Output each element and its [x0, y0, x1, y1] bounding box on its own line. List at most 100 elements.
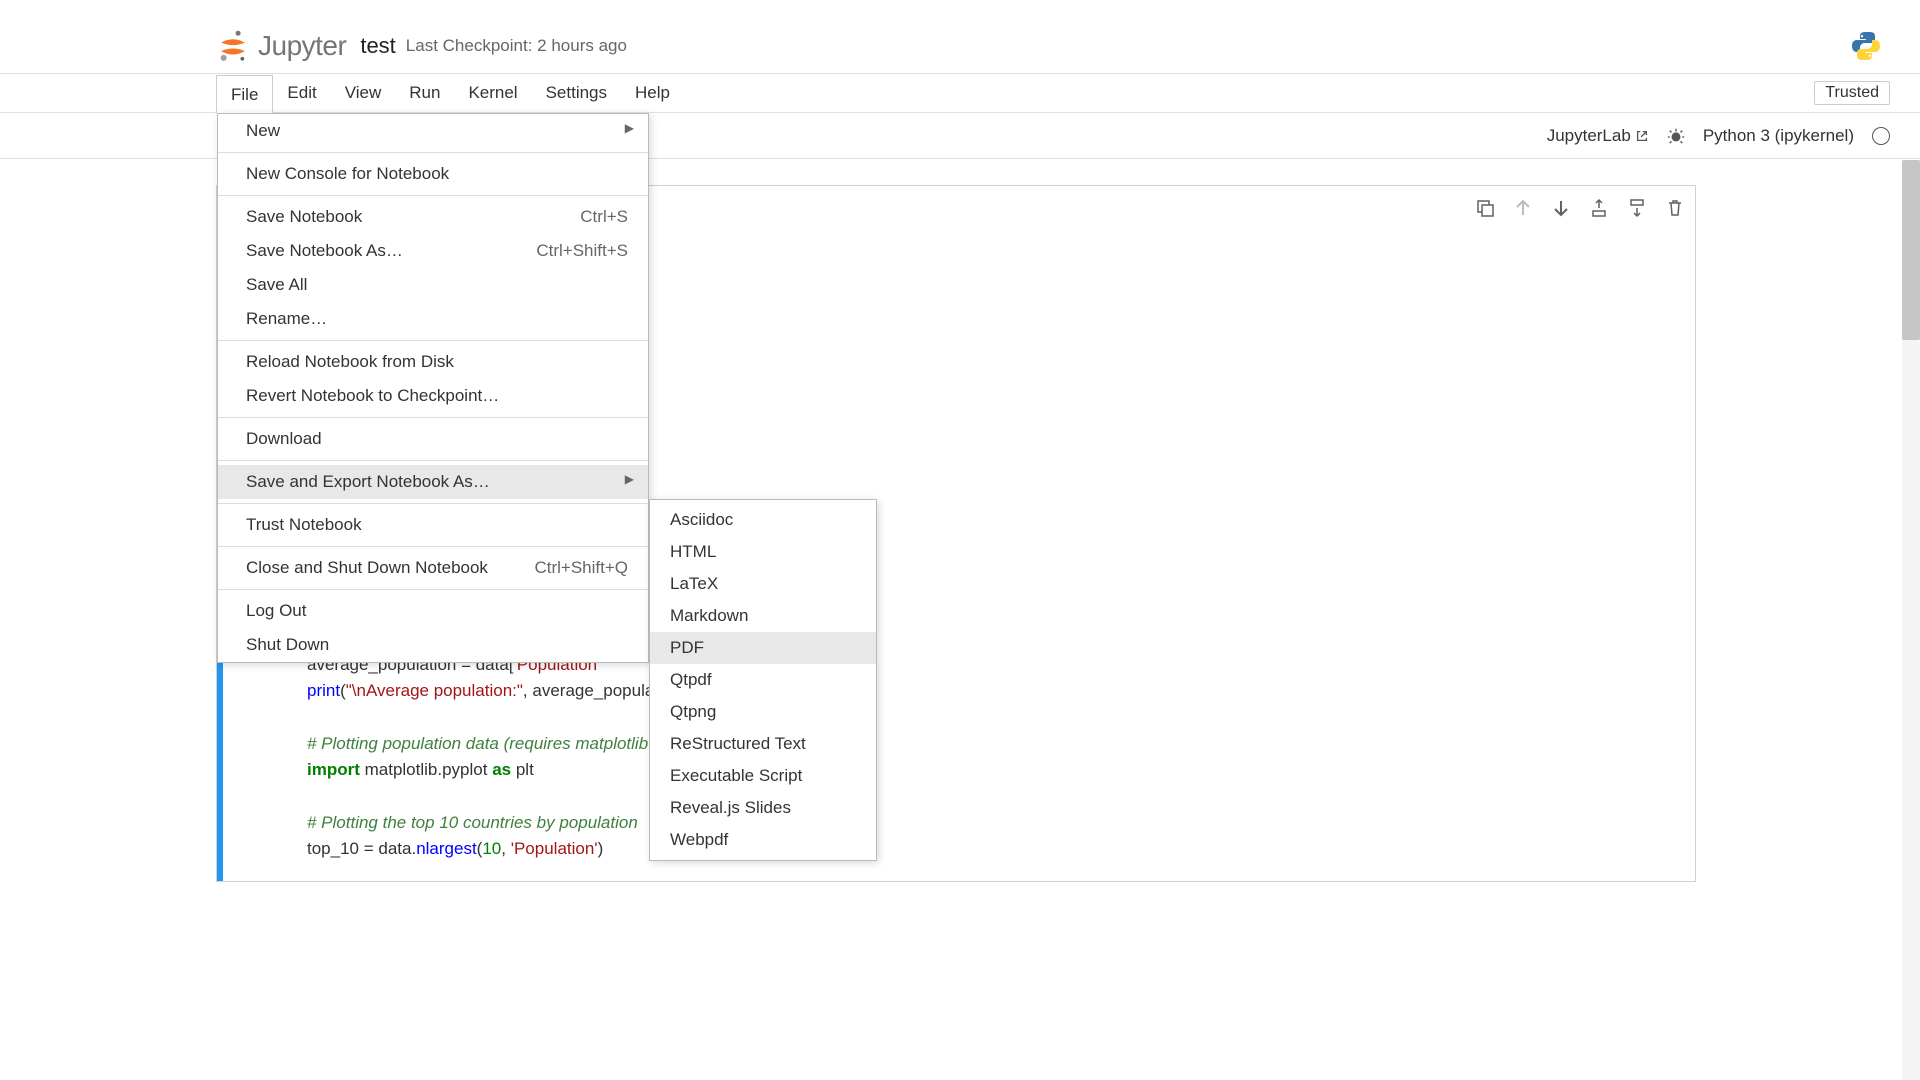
menu-shortcut: Ctrl+S [580, 207, 628, 227]
menu-label: Shut Down [246, 635, 329, 655]
menu-separator [218, 503, 648, 504]
export-restructured-text[interactable]: ReStructured Text [650, 728, 876, 760]
code-text: , [501, 839, 510, 858]
menu-label: New Console for Notebook [246, 164, 449, 184]
menu-label: New [246, 121, 280, 141]
insert-above-icon[interactable] [1589, 198, 1609, 218]
kernel-status-icon[interactable] [1872, 127, 1890, 145]
chevron-right-icon: ▶ [625, 121, 634, 135]
menu-reload[interactable]: Reload Notebook from Disk [218, 345, 648, 379]
header: Jupyter test Last Checkpoint: 2 hours ag… [0, 19, 1920, 73]
browser-chrome-spacer [0, 0, 1920, 19]
export-qtpng[interactable]: Qtpng [650, 696, 876, 728]
menu-help[interactable]: Help [621, 74, 684, 112]
jupyterlab-label: JupyterLab [1547, 126, 1631, 146]
menu-save[interactable]: Save Notebook Ctrl+S [218, 200, 648, 234]
menu-separator [218, 546, 648, 547]
code-text: nlargest [416, 839, 476, 858]
menu-label: Reload Notebook from Disk [246, 352, 454, 372]
export-latex[interactable]: LaTeX [650, 568, 876, 600]
code-text: as [492, 760, 511, 779]
code-text: "\nAverage population:" [346, 681, 523, 700]
menu-label: Save All [246, 275, 307, 295]
menu-label: Log Out [246, 601, 307, 621]
menu-settings[interactable]: Settings [532, 74, 621, 112]
menu-edit[interactable]: Edit [273, 74, 330, 112]
code-text: plt [511, 760, 534, 779]
export-reveal-js-slides[interactable]: Reveal.js Slides [650, 792, 876, 824]
code-text: print [307, 681, 340, 700]
menu-close-shutdown[interactable]: Close and Shut Down Notebook Ctrl+Shift+Q [218, 551, 648, 585]
menu-shortcut: Ctrl+Shift+Q [534, 558, 628, 578]
menu-label: Revert Notebook to Checkpoint… [246, 386, 499, 406]
jupyterlab-link[interactable]: JupyterLab [1547, 126, 1649, 146]
menu-label: Save Notebook [246, 207, 362, 227]
menu-label: Trust Notebook [246, 515, 362, 535]
code-text: top_10 = data. [307, 839, 416, 858]
code-text: import [307, 760, 360, 779]
menu-separator [218, 417, 648, 418]
checkpoint-text: Last Checkpoint: 2 hours ago [406, 36, 627, 56]
scrollbar[interactable] [1902, 160, 1920, 1080]
export-qtpdf[interactable]: Qtpdf [650, 664, 876, 696]
jupyter-logo-text: Jupyter [258, 30, 346, 62]
export-asciidoc[interactable]: Asciidoc [650, 504, 876, 536]
menu-new[interactable]: New ▶ [218, 114, 648, 148]
chevron-right-icon: ▶ [625, 472, 634, 486]
jupyter-logo-icon [216, 29, 250, 63]
code-text: # Plotting the top 10 countries by popul… [307, 813, 638, 832]
jupyter-logo[interactable]: Jupyter [216, 29, 346, 63]
menu-save-all[interactable]: Save All [218, 268, 648, 302]
menu-rename[interactable]: Rename… [218, 302, 648, 336]
export-webpdf[interactable]: Webpdf [650, 824, 876, 856]
move-up-icon[interactable] [1513, 198, 1533, 218]
menu-label: Save and Export Notebook As… [246, 472, 490, 492]
code-text: # Plotting population data (requires mat… [307, 734, 705, 753]
menu-label: Save Notebook As… [246, 241, 403, 261]
code-text: matplotlib.pyplot [360, 760, 492, 779]
menu-shortcut: Ctrl+Shift+S [536, 241, 628, 261]
export-executable-script[interactable]: Executable Script [650, 760, 876, 792]
duplicate-icon[interactable] [1475, 198, 1495, 218]
export-submenu: AsciidocHTMLLaTeXMarkdownPDFQtpdfQtpngRe… [649, 499, 877, 861]
menu-download[interactable]: Download [218, 422, 648, 456]
menu-separator [218, 589, 648, 590]
menu-trust[interactable]: Trust Notebook [218, 508, 648, 542]
menu-file[interactable]: File [216, 75, 273, 113]
cell-toolbar [1475, 198, 1685, 218]
debug-icon[interactable] [1667, 127, 1685, 145]
file-menu-dropdown: New ▶ New Console for Notebook Save Noteb… [217, 113, 649, 663]
menu-label: Close and Shut Down Notebook [246, 558, 488, 578]
menu-separator [218, 152, 648, 153]
export-pdf[interactable]: PDF [650, 632, 876, 664]
code-text: ) [598, 839, 604, 858]
external-link-icon [1635, 129, 1649, 143]
menu-logout[interactable]: Log Out [218, 594, 648, 628]
menu-label: Download [246, 429, 322, 449]
menu-separator [218, 340, 648, 341]
menu-new-console[interactable]: New Console for Notebook [218, 157, 648, 191]
code-text: 10 [482, 839, 501, 858]
export-html[interactable]: HTML [650, 536, 876, 568]
menu-label: Rename… [246, 309, 327, 329]
insert-below-icon[interactable] [1627, 198, 1647, 218]
menu-kernel[interactable]: Kernel [454, 74, 531, 112]
move-down-icon[interactable] [1551, 198, 1571, 218]
menu-separator [218, 460, 648, 461]
menu-separator [218, 195, 648, 196]
menu-export[interactable]: Save and Export Notebook As… ▶ [218, 465, 648, 499]
python-logo-icon [1850, 30, 1882, 62]
menu-run[interactable]: Run [395, 74, 454, 112]
menu-revert[interactable]: Revert Notebook to Checkpoint… [218, 379, 648, 413]
export-markdown[interactable]: Markdown [650, 600, 876, 632]
notebook-title[interactable]: test [360, 33, 395, 59]
trusted-badge[interactable]: Trusted [1814, 81, 1890, 105]
menu-save-as[interactable]: Save Notebook As… Ctrl+Shift+S [218, 234, 648, 268]
code-text: 'Population' [511, 839, 598, 858]
menu-shutdown[interactable]: Shut Down [218, 628, 648, 662]
delete-icon[interactable] [1665, 198, 1685, 218]
scrollbar-thumb[interactable] [1902, 160, 1920, 340]
menu-view[interactable]: View [331, 74, 396, 112]
kernel-name[interactable]: Python 3 (ipykernel) [1703, 126, 1854, 146]
menubar: File Edit View Run Kernel Settings Help … [0, 73, 1920, 113]
